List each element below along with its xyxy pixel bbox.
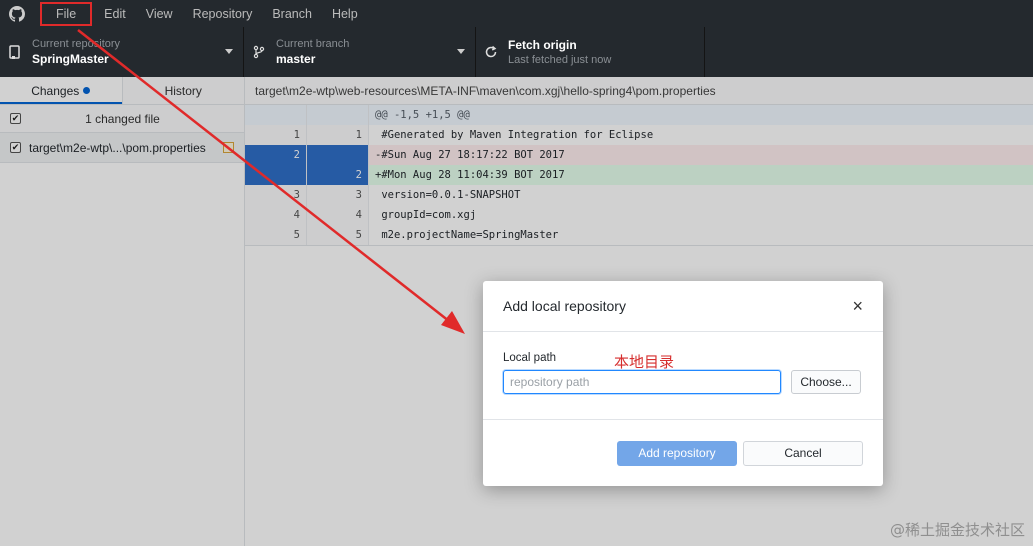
watermark: @稀土掘金技术社区 bbox=[889, 521, 1025, 539]
choose-button[interactable]: Choose... bbox=[791, 370, 861, 394]
annotation-text: 本地目录 bbox=[614, 353, 675, 371]
menu-file[interactable]: File bbox=[39, 1, 93, 26]
dialog-footer: Add repository Cancel bbox=[483, 420, 883, 486]
toolbar: Current repository SpringMaster Current … bbox=[0, 27, 1033, 77]
current-branch-button[interactable]: Current branch master bbox=[244, 27, 476, 77]
close-icon[interactable]: × bbox=[852, 297, 863, 315]
fetch-subtitle: Last fetched just now bbox=[508, 54, 612, 66]
dialog-title: Add local repository bbox=[503, 298, 626, 314]
local-path-row: Choose... bbox=[503, 370, 863, 394]
dialog-body: Local path 本地目录 Choose... bbox=[483, 332, 883, 420]
github-logo-icon bbox=[9, 5, 25, 22]
cancel-button[interactable]: Cancel bbox=[743, 440, 863, 466]
branch-label: Current branch bbox=[276, 38, 350, 50]
local-path-label: Local path bbox=[503, 352, 557, 364]
menu-edit[interactable]: Edit bbox=[94, 4, 136, 24]
add-local-repository-dialog: Add local repository × Local path 本地目录 C… bbox=[483, 281, 883, 486]
menu-help[interactable]: Help bbox=[322, 4, 368, 24]
repository-name: SpringMaster bbox=[32, 52, 109, 66]
menu-branch[interactable]: Branch bbox=[262, 4, 322, 24]
repository-label: Current repository bbox=[32, 38, 121, 50]
add-repository-button[interactable]: Add repository bbox=[617, 440, 737, 466]
repository-icon bbox=[9, 45, 20, 59]
local-path-input[interactable] bbox=[503, 370, 781, 394]
fetch-origin-button[interactable]: Fetch origin Last fetched just now bbox=[476, 27, 705, 77]
sync-icon bbox=[485, 45, 497, 58]
branch-name: master bbox=[276, 52, 316, 66]
fetch-title: Fetch origin bbox=[508, 38, 577, 52]
chevron-down-icon bbox=[225, 49, 233, 54]
menu-bar: File Edit View Repository Branch Help bbox=[0, 0, 1033, 27]
chevron-down-icon bbox=[457, 49, 465, 54]
dialog-header: Add local repository × bbox=[483, 281, 883, 332]
branch-icon bbox=[253, 45, 265, 59]
menu-view[interactable]: View bbox=[136, 4, 183, 24]
current-repository-button[interactable]: Current repository SpringMaster bbox=[0, 27, 244, 77]
menu-repository[interactable]: Repository bbox=[183, 4, 263, 24]
